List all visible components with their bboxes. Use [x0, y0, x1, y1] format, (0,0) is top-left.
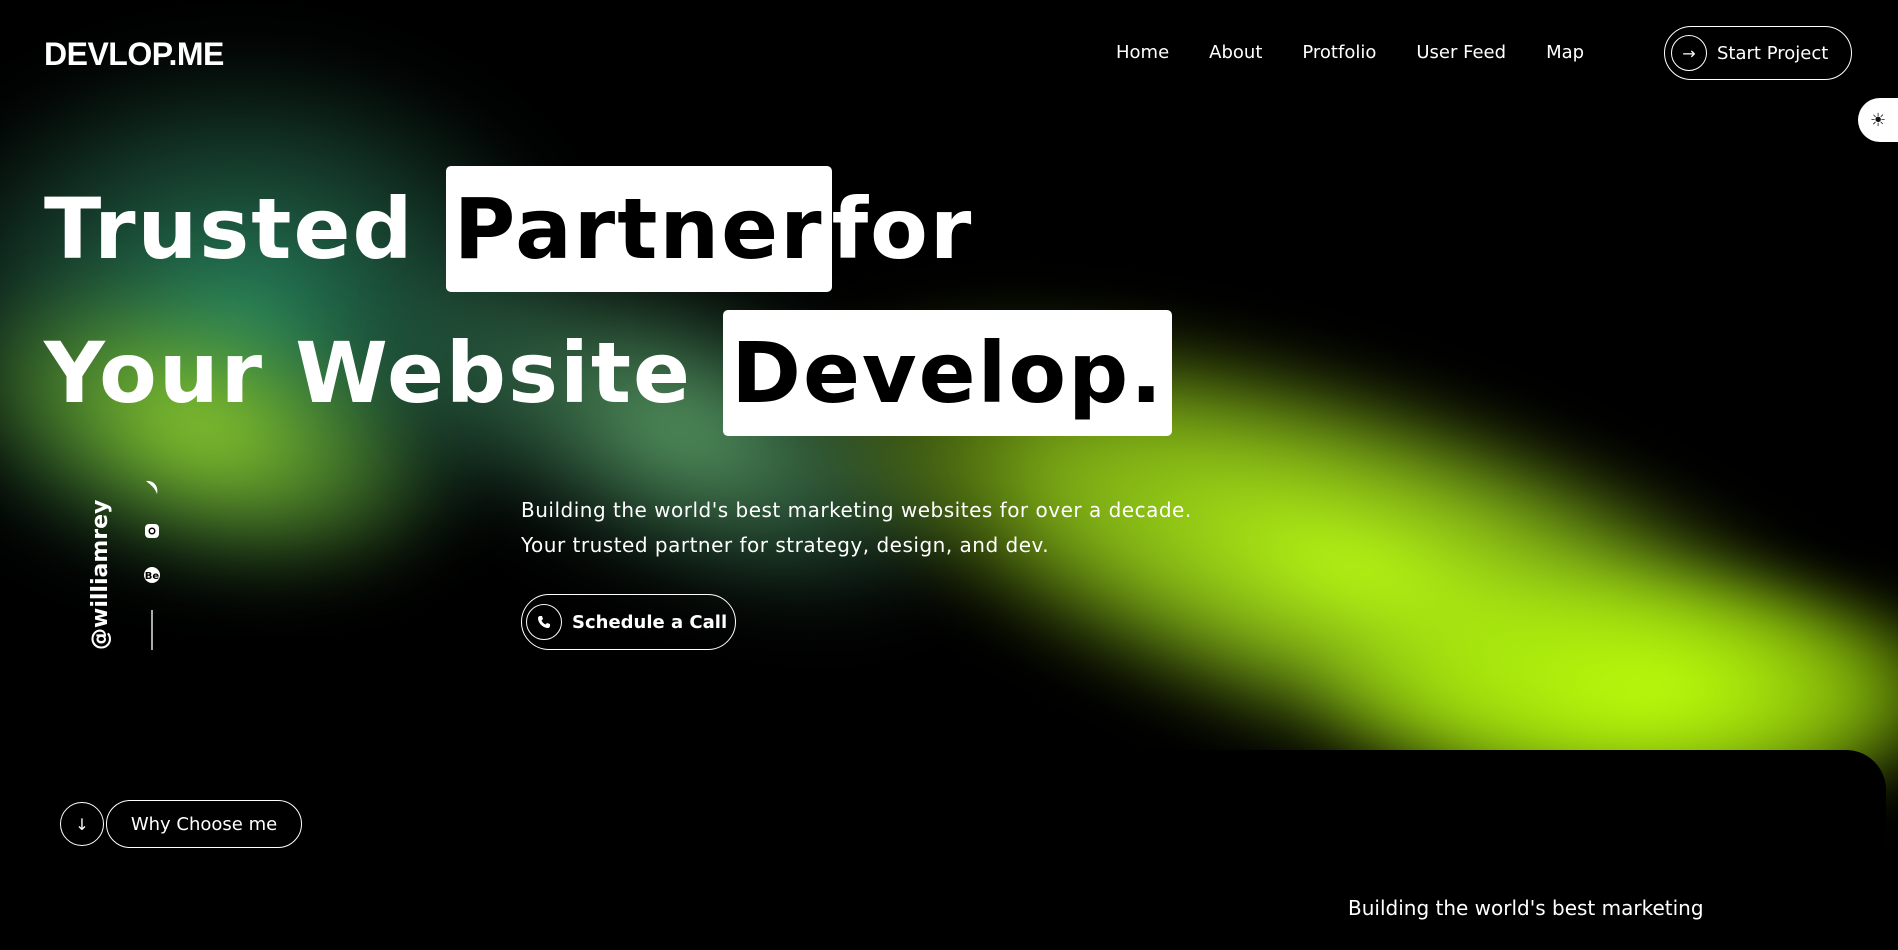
hero-title-line2: Your Website Develop.	[44, 310, 1173, 436]
intro-line-2: Your trusted partner for strategy, desig…	[521, 533, 1050, 557]
arrow-down-icon[interactable]: ↓	[60, 802, 104, 846]
theme-toggle[interactable]: ☀	[1858, 98, 1898, 142]
why-choose-me-button[interactable]: Why Choose me	[106, 800, 302, 848]
lower-section-text: Building the world's best marketing	[1348, 896, 1704, 920]
lower-section-panel	[1068, 750, 1886, 950]
nav-portfolio[interactable]: Protfolio	[1302, 42, 1376, 63]
svg-text:Be: Be	[145, 571, 160, 582]
schedule-call-button[interactable]: Schedule a Call	[521, 594, 736, 650]
social-divider	[151, 610, 153, 650]
social-handle[interactable]: @williamrey	[88, 500, 113, 650]
nav-about[interactable]: About	[1209, 42, 1262, 63]
hero-text: Your Website	[44, 324, 724, 422]
main-nav: Home About Protfolio User Feed Map	[1116, 42, 1624, 63]
sun-icon: ☀	[1870, 109, 1887, 131]
arrow-right-icon: →	[1671, 35, 1707, 71]
dribbble-icon[interactable]	[143, 478, 161, 496]
start-project-button[interactable]: → Start Project	[1664, 26, 1852, 80]
hero-highlight-partner: Partner	[445, 166, 832, 292]
phone-icon	[526, 604, 562, 640]
nav-user-feed[interactable]: User Feed	[1416, 42, 1506, 63]
nav-home[interactable]: Home	[1116, 42, 1169, 63]
instagram-icon[interactable]	[143, 522, 161, 540]
hero-highlight-develop: Develop.	[723, 310, 1173, 436]
schedule-call-label: Schedule a Call	[572, 611, 728, 633]
nav-map[interactable]: Map	[1546, 42, 1584, 63]
intro-line-1: Building the world's best marketing webs…	[521, 498, 1192, 522]
hero-text: for	[831, 180, 974, 278]
hero-title-line1: Trusted Partnerfor	[44, 166, 973, 292]
start-project-label: Start Project	[1717, 42, 1829, 64]
site-logo[interactable]: DEVLOP.ME	[44, 36, 224, 73]
hero-text: Trusted	[44, 180, 446, 278]
behance-icon[interactable]: Be	[143, 566, 161, 584]
